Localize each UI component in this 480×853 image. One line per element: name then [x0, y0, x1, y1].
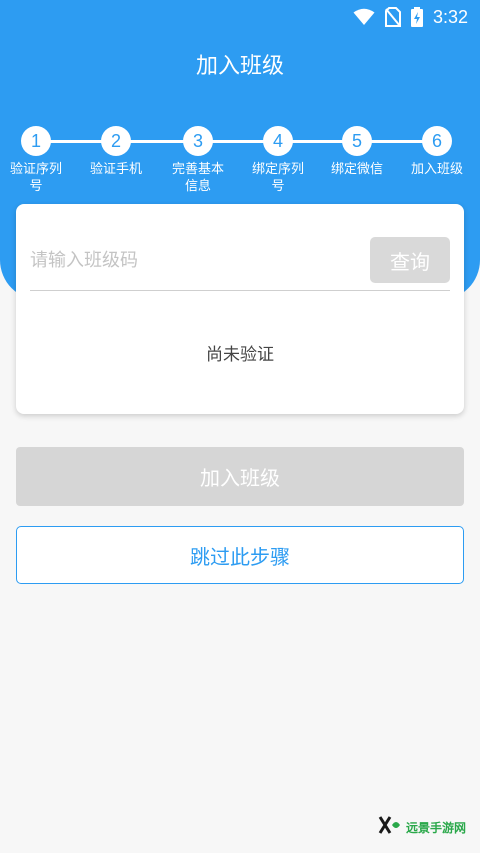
no-sim-icon [384, 7, 401, 27]
step-1: 1 验证序列号 [0, 126, 76, 195]
watermark: 远景手游网 [378, 815, 466, 839]
battery-charging-icon [410, 7, 423, 27]
step-3: 3 完善基本信息 [158, 126, 238, 195]
skip-step-button[interactable]: 跳过此步骤 [16, 526, 464, 584]
step-number: 6 [422, 126, 452, 156]
step-label: 加入班级 [410, 162, 463, 177]
step-6: 6 加入班级 [397, 126, 477, 178]
page-title: 加入班级 [195, 54, 284, 79]
step-number: 5 [342, 126, 372, 156]
class-code-input[interactable] [30, 240, 350, 280]
input-underline [30, 290, 450, 291]
step-number: 1 [21, 126, 51, 156]
step-5: 5 绑定微信 [317, 126, 397, 178]
step-number: 4 [263, 126, 293, 156]
query-button[interactable]: 查询 [370, 237, 450, 283]
step-2: 2 验证手机 [76, 126, 156, 178]
step-label: 绑定微信 [330, 162, 383, 177]
step-label: 完善基本信息 [171, 162, 224, 194]
clock: 3:32 [432, 6, 468, 27]
join-class-button[interactable]: 加入班级 [16, 447, 464, 506]
step-4: 4 绑定序列号 [238, 126, 318, 195]
watermark-logo-icon [378, 815, 402, 839]
class-code-card: 查询 尚未验证 [16, 204, 464, 414]
verification-status: 尚未验证 [206, 345, 274, 365]
status-bar: 3:32 [0, 0, 480, 34]
step-number: 2 [101, 126, 131, 156]
wifi-icon [353, 8, 375, 26]
step-label: 验证手机 [89, 162, 142, 177]
watermark-text: 远景手游网 [405, 820, 466, 835]
step-progress: 1 验证序列号 2 验证手机 3 完善基本信息 4 绑定序列号 5 绑定微信 6… [0, 126, 480, 206]
step-label: 绑定序列号 [251, 162, 304, 194]
step-label: 验证序列号 [9, 162, 62, 194]
step-number: 3 [183, 126, 213, 156]
